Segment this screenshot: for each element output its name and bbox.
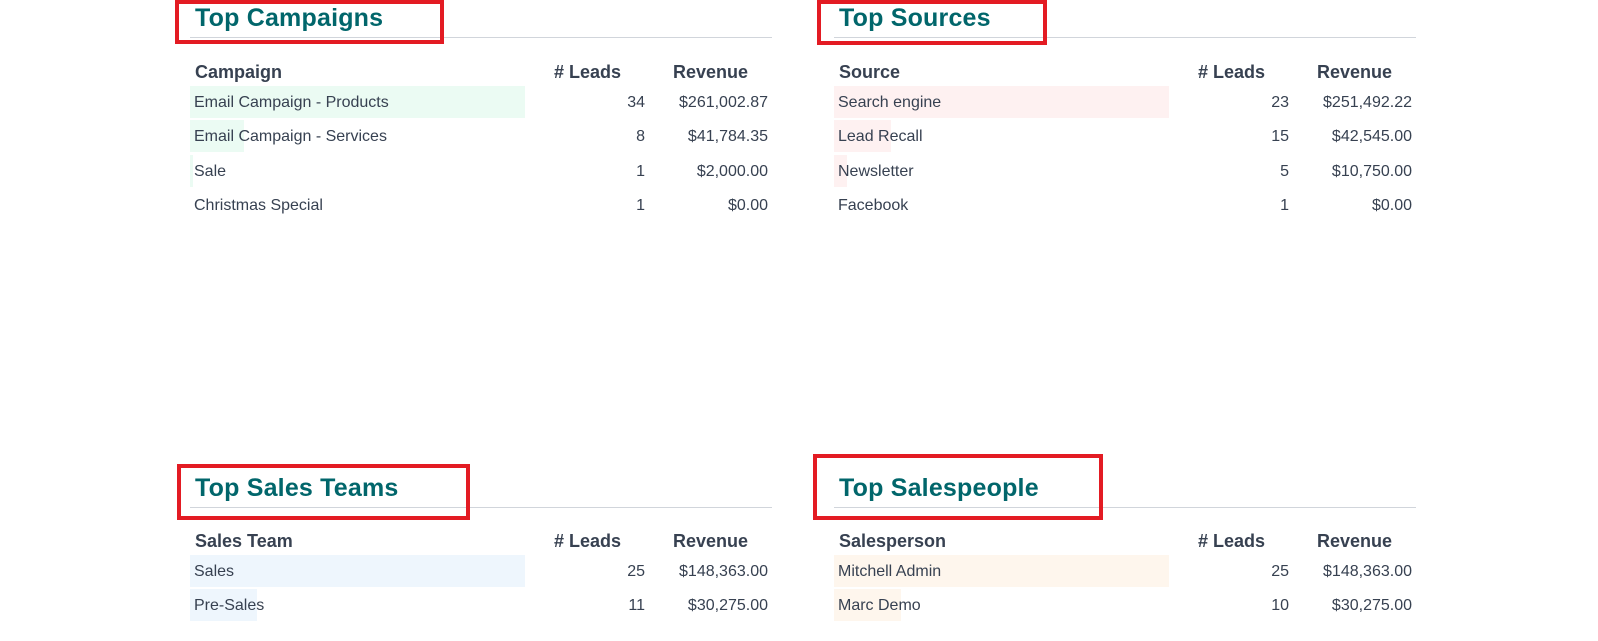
column-header-leads: # Leads [1198,531,1266,551]
highlight-box [175,0,444,44]
highlight-box [817,0,1047,45]
row-leads: 34 [627,94,645,111]
row-revenue: $251,492.22 [1323,94,1412,111]
row-leads: 8 [636,128,645,146]
row-leads: 23 [1271,94,1289,111]
row-leads: 10 [1271,597,1289,615]
row-revenue: $2,000.00 [696,162,768,180]
row-revenue: $41,784.35 [687,128,768,146]
highlight-box [177,464,470,520]
share-bar [190,154,194,187]
row-leads: 25 [627,563,645,580]
row-revenue: $261,002.87 [679,94,768,111]
column-header-salesperson: Salesperson [839,531,947,551]
row-revenue: $30,275.00 [687,597,768,615]
table-row[interactable]: Sales 25 $148,363.00 [190,555,772,587]
column-header-revenue: Revenue [673,531,749,551]
row-name: Lead Recall [838,128,923,146]
column-header-source: Source [839,62,901,82]
row-name: Mitchell Admin [838,563,942,580]
column-header-campaign: Campaign [195,62,283,82]
column-header-leads: # Leads [554,62,622,82]
row-revenue: $30,275.00 [1331,597,1412,615]
row-name: Newsletter [838,162,914,180]
table-row[interactable]: Search engine 23 $251,492.22 [834,86,1416,118]
row-revenue: $42,545.00 [1331,128,1412,146]
row-name: Email Campaign - Services [194,128,387,146]
row-revenue: $0.00 [727,196,768,214]
row-name: Christmas Special [194,196,323,214]
row-leads: 1 [1280,196,1289,214]
column-header-revenue: Revenue [1317,531,1393,551]
share-bar [190,555,525,587]
table-row[interactable]: Mitchell Admin 25 $148,363.00 [834,555,1416,587]
row-revenue: $10,750.00 [1331,162,1412,180]
row-name: Pre-Sales [194,597,265,615]
row-revenue: $0.00 [1371,196,1412,214]
row-name: Search engine [838,94,942,111]
row-revenue: $148,363.00 [1323,563,1412,580]
row-name: Sale [194,162,227,180]
row-leads: 1 [636,162,645,180]
column-header-leads: # Leads [1198,62,1266,82]
table-row[interactable]: Marc Demo 10 $30,275.00 [834,589,1416,622]
row-revenue: $148,363.00 [679,563,768,580]
table-row[interactable]: Facebook 1 $0.00 [834,189,1416,221]
table-row[interactable]: Newsletter 5 $10,750.00 [834,154,1416,187]
column-header-revenue: Revenue [1317,62,1393,82]
row-name: Sales [194,563,235,580]
table-row[interactable]: Christmas Special 1 $0.00 [190,189,772,221]
column-header-revenue: Revenue [673,62,749,82]
highlight-box [813,454,1103,520]
column-header-leads: # Leads [554,531,622,551]
column-header-sales-team: Sales Team [195,531,293,551]
row-name: Facebook [838,196,909,214]
table-row[interactable]: Sale 1 $2,000.00 [190,154,772,187]
row-leads: 15 [1271,128,1289,146]
row-name: Marc Demo [838,597,921,615]
row-leads: 25 [1271,563,1289,580]
row-leads: 1 [636,196,645,214]
table-row[interactable]: Email Campaign - Services 8 $41,784.35 [190,120,772,153]
table-row[interactable]: Lead Recall 15 $42,545.00 [834,120,1416,153]
row-leads: 5 [1280,162,1289,180]
row-leads: 11 [628,597,645,615]
table-row[interactable]: Pre-Sales 11 $30,275.00 [190,589,772,622]
table-row[interactable]: Email Campaign - Products 34 $261,002.87 [190,86,772,118]
row-name: Email Campaign - Products [194,94,389,111]
